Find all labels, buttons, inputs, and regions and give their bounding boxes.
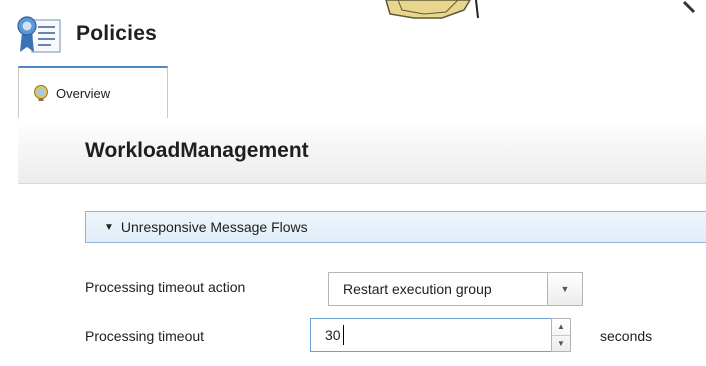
page-title: Policies — [76, 22, 157, 45]
spin-up-icon[interactable]: ▲ — [552, 319, 570, 336]
tab-overview-label: Overview — [56, 85, 111, 101]
section-label: Unresponsive Message Flows — [120, 219, 308, 235]
timeout-label: Processing timeout — [85, 328, 205, 344]
timeout-unit: seconds — [600, 328, 653, 344]
tab-strip: Overview — [18, 66, 706, 120]
title-band: WorkloadManagement — [18, 119, 706, 184]
timeout-action-value: Restart execution group — [343, 281, 492, 297]
editor-header: Policies — [16, 14, 157, 54]
timeout-spinner[interactable]: ▲ ▼ — [551, 318, 571, 352]
timeout-action-select[interactable]: Restart execution group ▼ — [328, 272, 583, 306]
spin-down-icon[interactable]: ▼ — [552, 336, 570, 352]
overview-icon — [34, 85, 48, 101]
caret-down-icon: ▼ — [104, 221, 114, 233]
dropdown-arrow-icon[interactable]: ▼ — [547, 273, 582, 305]
timeout-action-label: Processing timeout action — [85, 279, 246, 295]
decorative-corner — [682, 0, 696, 14]
tab-overview[interactable]: Overview — [18, 66, 168, 118]
policies-icon — [16, 14, 62, 54]
policies-editor: Policies Overview WorkloadManagement ▼ U… — [0, 0, 706, 366]
decorative-artwork — [385, 0, 479, 19]
unresponsive-flows-section-toggle[interactable]: ▼ Unresponsive Message Flows — [85, 211, 706, 243]
policy-name-title: WorkloadManagement — [85, 139, 309, 162]
timeout-input[interactable] — [310, 318, 553, 352]
text-cursor — [343, 325, 344, 345]
